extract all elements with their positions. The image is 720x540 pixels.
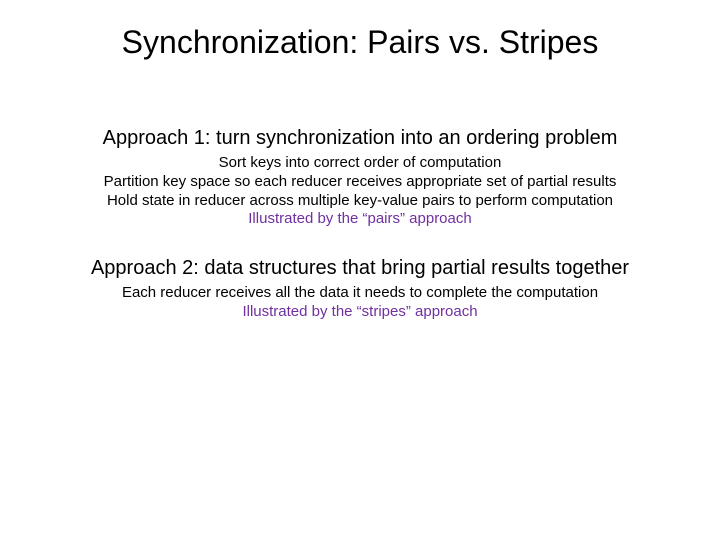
slide: Synchronization: Pairs vs. Stripes Appro… [0,0,720,540]
approach-2-bullets: Each reducer receives all the data it ne… [0,284,720,322]
approach-1-line: Partition key space so each reducer rece… [0,173,720,192]
approach-1-highlight: Illustrated by the “pairs” approach [0,210,720,229]
approach-2-heading: Approach 2: data structures that bring p… [0,257,720,280]
approach-2-highlight: Illustrated by the “stripes” approach [0,303,720,322]
approach-1-bullets: Sort keys into correct order of computat… [0,154,720,229]
approach-1-line: Sort keys into correct order of computat… [0,154,720,173]
approach-2-line: Each reducer receives all the data it ne… [0,284,720,303]
approach-1-heading: Approach 1: turn synchronization into an… [0,127,720,150]
approach-1-line: Hold state in reducer across multiple ke… [0,192,720,211]
slide-title: Synchronization: Pairs vs. Stripes [0,0,720,69]
